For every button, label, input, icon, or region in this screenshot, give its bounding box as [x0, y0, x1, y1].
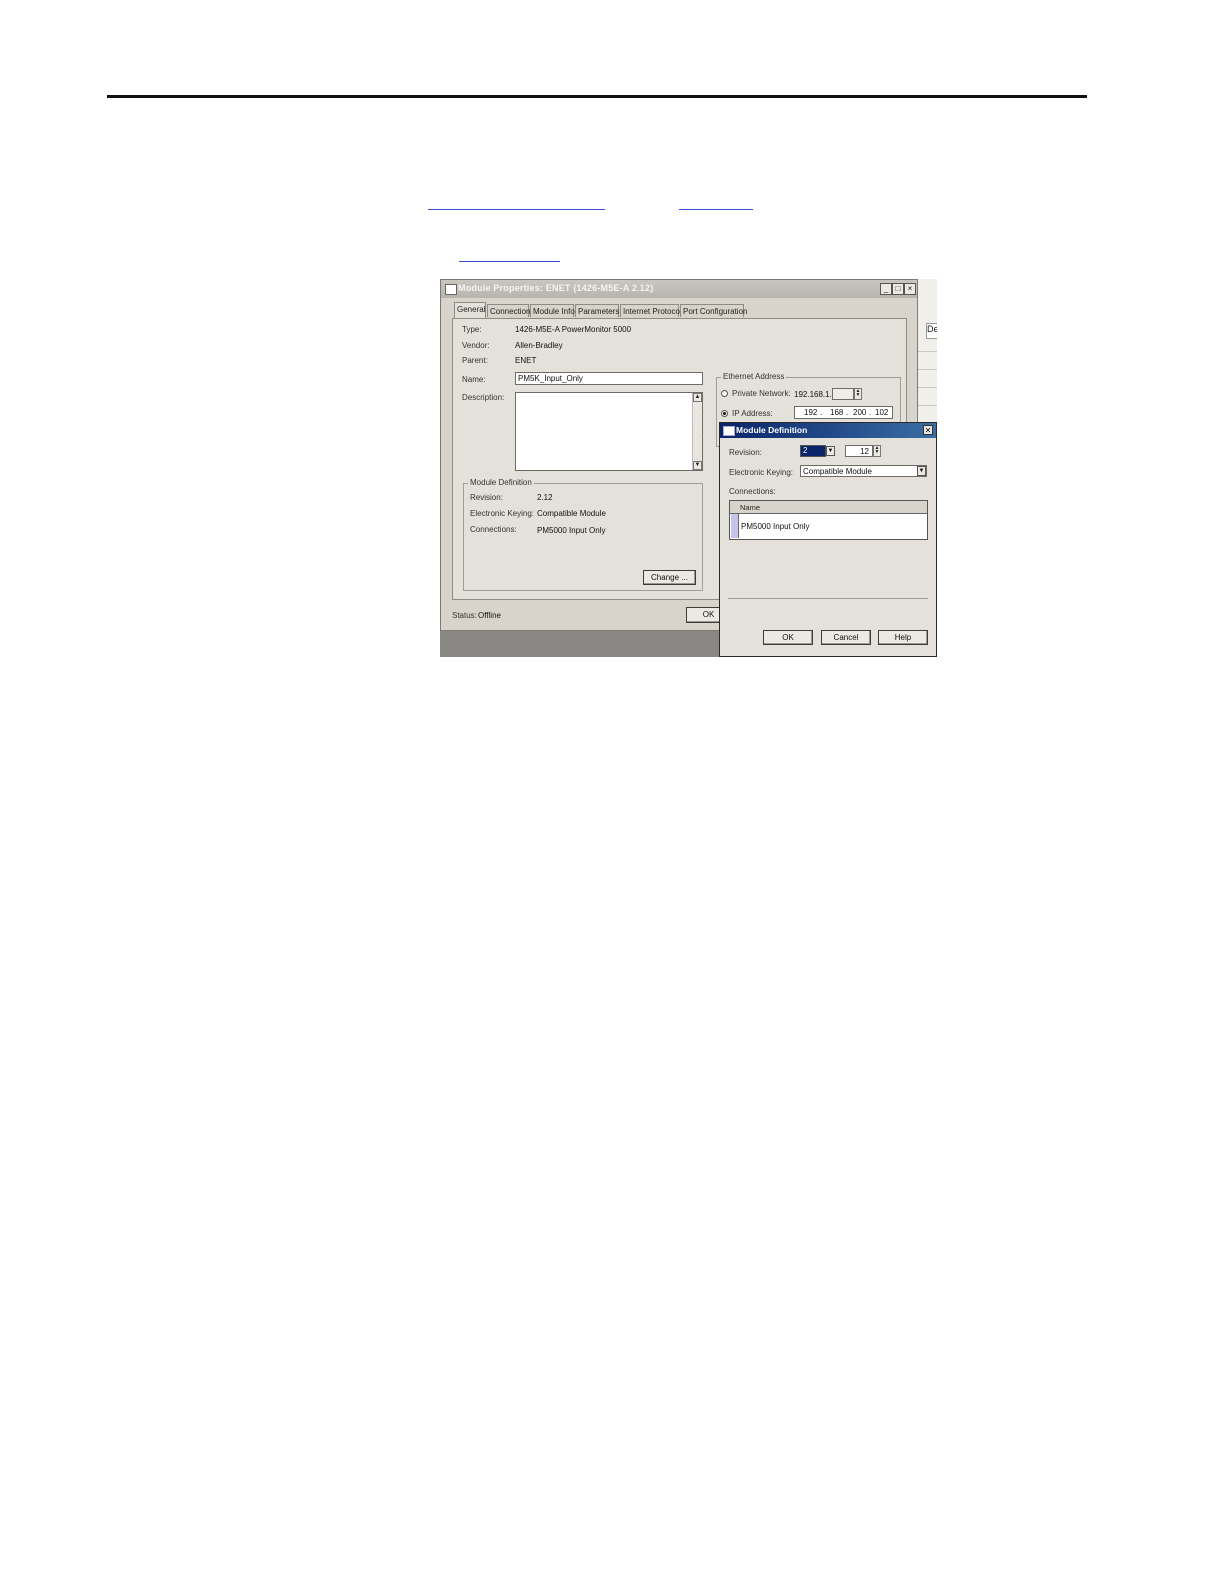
- module-definition-dialog: Module Definition ✕ Revision: 2 ▼ 12 ▲ ▼ …: [719, 422, 937, 657]
- ip-dot-2: .: [846, 408, 849, 417]
- keying-chevron-down-icon[interactable]: ▼: [917, 466, 926, 476]
- dialog-revision-label: Revision:: [729, 448, 762, 457]
- parent-label: Parent:: [462, 356, 488, 365]
- dialog-connections-label: Connections:: [729, 487, 776, 496]
- description-scrollbar[interactable]: ▲ ▼: [692, 393, 702, 470]
- revision-minor-value: 12: [860, 447, 869, 456]
- change-button[interactable]: Change ...: [643, 570, 696, 585]
- revision-minor-input[interactable]: 12: [845, 445, 873, 457]
- vendor-label: Vendor:: [462, 341, 490, 350]
- ethernet-address-title: Ethernet Address: [721, 372, 787, 381]
- connections-value: PM5000 Input Only: [537, 526, 606, 535]
- private-network-prefix: 192.168.1.: [794, 390, 832, 399]
- keying-select[interactable]: Compatible Module: [800, 465, 927, 477]
- dialog-title-bar: Module Definition ✕: [720, 423, 936, 438]
- private-network-label: Private Network:: [732, 389, 791, 398]
- window-title: Module Properties: ENET (1426-M5E-A 2.12…: [458, 283, 654, 293]
- dialog-window-icon: [723, 426, 735, 436]
- minimize-button[interactable]: _: [880, 283, 892, 295]
- dialog-ok-button[interactable]: OK: [763, 630, 813, 645]
- description-label: Description:: [462, 393, 505, 402]
- ip-octet-3: 200: [853, 408, 867, 417]
- connections-grid: Name PM5000 Input Only: [729, 500, 928, 540]
- private-network-radio[interactable]: [721, 390, 728, 397]
- page-header-rule: [107, 95, 1087, 98]
- scroll-up-icon[interactable]: ▲: [693, 393, 702, 402]
- connections-label: Connections:: [470, 525, 517, 534]
- dialog-separator: [728, 598, 928, 599]
- electronic-keying-label: Electronic Keying:: [470, 509, 535, 518]
- ip-dot-3: .: [869, 408, 872, 417]
- ip-octet-2: 168: [830, 408, 844, 417]
- window-icon: [445, 284, 457, 295]
- scroll-down-icon[interactable]: ▼: [693, 461, 702, 470]
- tab-module-info[interactable]: Module Info: [530, 304, 575, 317]
- parent-value: ENET: [515, 356, 537, 365]
- tab-internet-protocol[interactable]: Internet Protocol: [620, 304, 682, 317]
- module-definition-title: Module Definition: [468, 478, 534, 487]
- revision-minor-spinner[interactable]: ▲ ▼: [873, 445, 881, 457]
- doc-link-1[interactable]: [428, 209, 605, 210]
- type-label: Type:: [462, 325, 482, 334]
- module-definition-group: Module Definition Revision: 2.12 Electro…: [463, 478, 703, 591]
- background-column-header: De: [926, 323, 937, 339]
- tab-parameters[interactable]: Parameters: [575, 304, 619, 317]
- dialog-title: Module Definition: [736, 425, 808, 435]
- type-value: 1426-M5E-A PowerMonitor 5000: [515, 325, 632, 334]
- ip-octet-1: 192: [804, 408, 818, 417]
- private-network-octet-input[interactable]: [832, 388, 854, 400]
- dialog-keying-label: Electronic Keying:: [729, 468, 794, 477]
- doc-link-3[interactable]: [459, 261, 560, 262]
- close-button[interactable]: ×: [904, 283, 916, 295]
- close-icon[interactable]: ✕: [923, 425, 933, 435]
- revision-value: 2.12: [537, 493, 553, 502]
- grid-header-name: Name: [740, 503, 761, 512]
- ip-address-input[interactable]: 192 . 168 . 200 . 102: [794, 406, 893, 419]
- vendor-value: Allen-Bradley: [515, 341, 563, 350]
- screenshot: De Module Properties: ENET (1426-M5E-A 2…: [440, 279, 937, 657]
- dialog-help-button[interactable]: Help: [878, 630, 928, 645]
- tab-port-configuration[interactable]: Port Configuration: [680, 304, 747, 317]
- grid-header: Name: [730, 501, 927, 514]
- tab-connection[interactable]: Connection: [487, 304, 530, 317]
- title-bar: Module Properties: ENET (1426-M5E-A 2.12…: [441, 280, 917, 298]
- maximize-button[interactable]: □: [892, 283, 904, 295]
- table-row[interactable]: PM5000 Input Only: [741, 522, 809, 531]
- name-label: Name:: [462, 375, 486, 384]
- tab-general[interactable]: General: [454, 302, 486, 318]
- electronic-keying-value: Compatible Module: [537, 509, 606, 518]
- ip-address-radio[interactable]: [721, 410, 728, 417]
- ip-octet-4: 102: [875, 408, 889, 417]
- dialog-cancel-button[interactable]: Cancel: [821, 630, 871, 645]
- row-selector[interactable]: [731, 514, 739, 538]
- ip-address-label: IP Address:: [732, 409, 773, 418]
- ip-dot-1: .: [820, 408, 823, 417]
- chevron-down-icon[interactable]: ▼: [826, 446, 835, 456]
- doc-link-2[interactable]: [679, 209, 753, 210]
- revision-major-select[interactable]: 2: [800, 445, 826, 457]
- description-input[interactable]: [515, 392, 703, 471]
- status-value: Offline: [478, 611, 501, 620]
- revision-label: Revision:: [470, 493, 503, 502]
- status-label: Status:: [452, 611, 477, 620]
- private-network-spinner[interactable]: ▲ ▼: [854, 388, 862, 400]
- name-input[interactable]: PM5K_Input_Only: [515, 372, 703, 385]
